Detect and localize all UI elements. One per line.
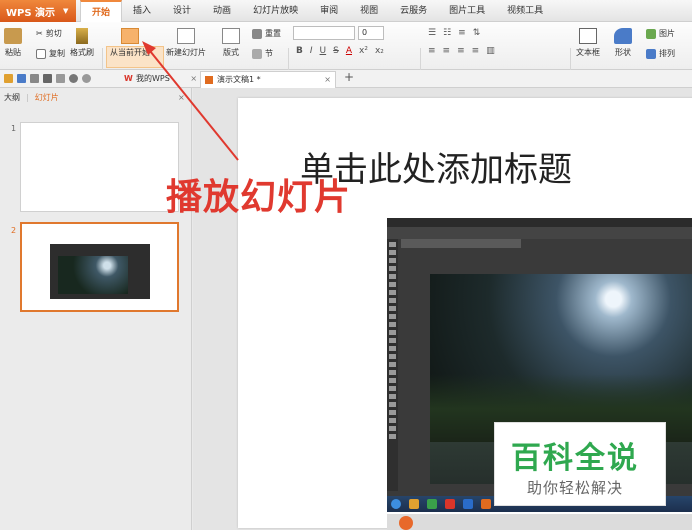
watermark-subtitle: 助你轻松解决 xyxy=(527,479,624,497)
watermark-title: 百科全说 xyxy=(511,441,639,476)
annotation-label: 播放幻灯片 xyxy=(166,177,352,218)
watermark-logo: 百科全说 助你轻松解决 xyxy=(494,422,666,506)
status-strip xyxy=(387,514,692,530)
orange-circle-icon xyxy=(399,516,413,530)
